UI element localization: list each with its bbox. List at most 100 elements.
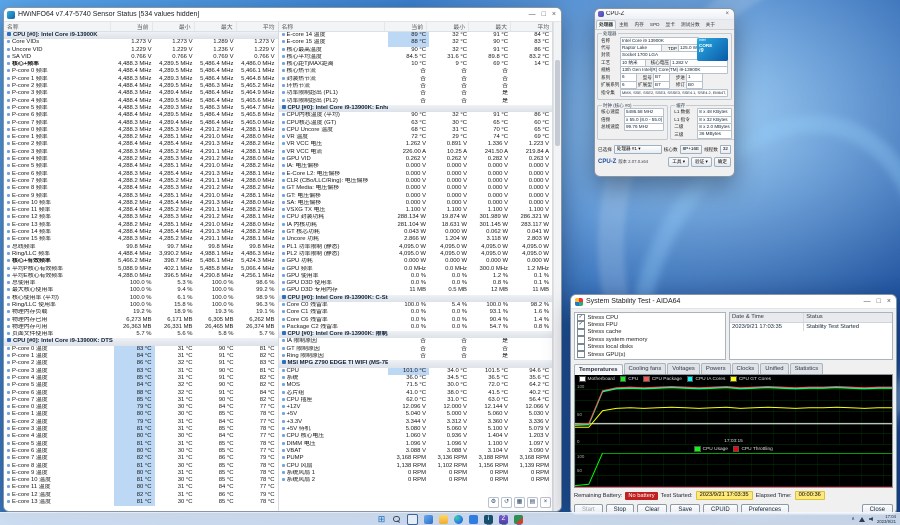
sensor-row[interactable]: CPU 核心电压 1.060 V 0.936 V 1.404 V 1.203 V (279, 433, 553, 440)
sensor-row[interactable]: 总使用率 100.0 % 5.3 % 100.0 % 98.6 % (4, 280, 278, 287)
sensor-row[interactable]: MOS 71.5 °C 30.0 °C 72.0 °C 64.2 °C (279, 382, 553, 389)
sensor-row[interactable]: E-core 4 温度 80 °C 30 °C 84 °C 77 °C (4, 433, 278, 440)
sensor-row[interactable]: CLR (CBo/LLC/Ring): 电压偏移 0.000 V 0.000 V… (279, 178, 553, 185)
cpuz-tab[interactable]: 主板 (616, 20, 631, 29)
col-name[interactable]: 名称 (282, 22, 385, 31)
scrollbar-thumb[interactable] (555, 60, 560, 146)
col-current[interactable]: 当前 (110, 22, 152, 31)
sensor-row[interactable]: E-Core L2: 电压偏移 0.000 V 0.000 V 0.000 V … (279, 171, 553, 178)
col-avg[interactable]: 平均 (236, 22, 278, 31)
sensor-row[interactable]: E-core 0 频率 4,288.3 MHz 4,285.3 MHz 4,29… (4, 127, 278, 134)
hwinfo-app-icon[interactable]: i (484, 515, 493, 524)
log-row[interactable]: 2023/9/21 17:03:35 Stability Test Starte… (730, 323, 892, 331)
sensor-row[interactable]: CPU [#0]: Intel Core i9-13900K (4, 32, 278, 39)
sensor-row[interactable]: 总线频率 99.8 MHz 99.7 MHz 99.8 MHz 99.8 MHz (4, 244, 278, 251)
sensor-row[interactable]: PUMP 3,168 RPM 3,136 RPM 3,188 RPM 3,168… (279, 455, 553, 462)
sensor-row[interactable]: Ring/LLC 使用率 100.0 % 15.8 % 100.0 % 96.3… (4, 302, 278, 309)
sensor-row[interactable]: E-core 3 频率 4,288.3 MHz 4,285.2 MHz 4,29… (4, 149, 278, 156)
sensor-row[interactable]: Uncore VID 1.229 V 1.229 V 1.236 V 1.229… (4, 47, 278, 54)
sensor-row[interactable]: P-core 0 温度 83 °C 31 °C 90 °C 81 °C (4, 346, 278, 353)
sensor-column-headers[interactable]: 名称 当前 最小 最大 平均 (279, 22, 553, 32)
sensor-row[interactable]: 系统 36.0 °C 34.5 °C 36.5 °C 35.6 °C (279, 375, 553, 382)
sensor-row[interactable]: 平均P核心有效频率 5,088.9 MHz 402.1 MHz 5,485.8 … (4, 266, 278, 273)
stress-option[interactable]: ✓ Stress FPU (577, 321, 723, 328)
sensor-row[interactable]: E-core 7 温度 82 °C 31 °C 86 °C 79 °C (4, 455, 278, 462)
stress-option[interactable]: Stress GPU(s) (577, 351, 723, 358)
sensor-row[interactable]: 核心+频率 4,488.3 MHz 4,289.5 MHz 5,486.4 MH… (4, 61, 278, 68)
sensor-row[interactable]: 封装热节流 否 否 否 (279, 76, 553, 83)
sensor-row[interactable]: VR 温度 72 °C 29 °C 74 °C 69 °C (279, 134, 553, 141)
sensor-row[interactable]: GT: 电压偏移 0.000 V 0.000 V 0.000 V 0.000 V (279, 193, 553, 200)
col-max[interactable]: 最大 (468, 22, 510, 31)
search-icon[interactable] (392, 515, 401, 524)
toolbar-button-icon[interactable]: × (540, 497, 551, 508)
sensor-row[interactable]: P-core 1 温度 84 °C 31 °C 91 °C 82 °C (4, 353, 278, 360)
aida-tab[interactable]: Cooling fans (624, 363, 667, 374)
sensor-row[interactable]: E-core 9 频率 4,288.3 MHz 4,285.1 MHz 4,29… (4, 193, 278, 200)
minimize-icon[interactable]: — (864, 298, 871, 305)
cpuz-tab[interactable]: SPD (647, 20, 663, 29)
sensor-row[interactable]: E-core 6 温度 80 °C 30 °C 85 °C 77 °C (4, 448, 278, 455)
sensor-row[interactable]: GPU D3D 专用内存 11 MB 0.5 MB 12 MB 11 MB (279, 287, 553, 294)
sensor-row[interactable]: 物理内存负载 19.2 % 18.9 % 19.3 % 19.1 % (4, 309, 278, 316)
sensor-row[interactable]: Core VIDs 1.273 V 1.273 V 1.289 V 1.273 … (4, 39, 278, 46)
widgets-icon[interactable] (424, 515, 433, 524)
sensor-row[interactable]: Ring 限制原因 否 否 是 (279, 353, 553, 360)
sensor-row[interactable]: E-core 8 温度 81 °C 30 °C 85 °C 78 °C (4, 463, 278, 470)
sensor-row[interactable]: P-core 3 频率 4,488.3 MHz 4,289.4 MHz 5,48… (4, 90, 278, 97)
sensor-row[interactable]: P-core 0 频率 4,488.4 MHz 4,289.5 MHz 5,48… (4, 68, 278, 75)
sensor-row[interactable]: 系统风扇 2 0 RPM 0 RPM 0 RPM 0 RPM (279, 477, 553, 484)
stress-option[interactable]: ✓ Stress CPU (577, 314, 723, 321)
file-explorer-icon[interactable] (439, 515, 448, 524)
sensor-row[interactable]: E-core 2 温度 79 °C 31 °C 84 °C 77 °C (4, 419, 278, 426)
sensor-row[interactable]: E-core 12 温度 82 °C 31 °C 86 °C 79 °C (4, 492, 278, 499)
scrollbar[interactable] (553, 22, 561, 512)
sensor-row[interactable]: DIMM 电压 1.096 V 1.096 V 1.100 V 1.097 V (279, 441, 553, 448)
sensor-row[interactable]: 核心平均温度 84.5 °C 31.6 °C 89.8 °C 83.2 °C (279, 54, 553, 61)
sensor-row[interactable]: E-core 15 频率 4,288.3 MHz 4,285.2 MHz 4,2… (4, 236, 278, 243)
sensor-row[interactable]: Core C1 残留率 0.0 % 0.0 % 93.1 % 1.6 % (279, 309, 553, 316)
sensor-row[interactable]: +5V 待机 5.080 V 5.060 V 5.100 V 5.079 V (279, 426, 553, 433)
sensor-row[interactable]: SA: 电压偏移 0.000 V 0.000 V 0.000 V 0.000 V (279, 200, 553, 207)
sensor-row[interactable]: PL1 功率限制 (静态) 4,095.0 W 4,095.0 W 4,095.… (279, 244, 553, 251)
sensor-row[interactable]: CPU内核温度 (平均) 90 °C 32 °C 91 °C 86 °C (279, 112, 553, 119)
sensor-row[interactable]: GT Media: 电压偏移 0.000 V 0.000 V 0.000 V 0… (279, 185, 553, 192)
sensor-row[interactable]: 平均E核心有效频率 4,288.0 MHz 396.5 MHz 4,290.8 … (4, 273, 278, 280)
toolbar-button-icon[interactable]: ▦ (514, 497, 525, 508)
sensor-row[interactable]: E-core 7 频率 4,288.2 MHz 4,285.2 MHz 4,29… (4, 178, 278, 185)
maximize-icon[interactable]: □ (542, 11, 546, 18)
sensor-row[interactable]: VR VCC 电流 226.00 A 10.25 A 241.50 A 219.… (279, 149, 553, 156)
sensor-row[interactable]: E-core 11 频率 4,288.4 MHz 4,285.2 MHz 4,2… (4, 207, 278, 214)
maximize-icon[interactable]: □ (877, 298, 881, 305)
sensor-row[interactable]: CPU 封装功耗 288.134 W 19.874 W 301.989 W 28… (279, 214, 553, 221)
close-icon[interactable]: × (887, 298, 891, 305)
sensor-row[interactable]: E-core 12 频率 4,288.3 MHz 4,285.3 MHz 4,2… (4, 214, 278, 221)
sensor-row[interactable]: CPU [#0]: Intel Core i9-13900K: 限制原因 (279, 331, 553, 338)
sensor-row[interactable]: CPU 插座 62.0 °C 31.0 °C 63.0 °C 56.4 °C (279, 397, 553, 404)
col-max[interactable]: 最大 (194, 22, 236, 31)
log-col-datetime[interactable]: Date & Time (730, 313, 804, 322)
sensor-row[interactable]: 物理内存已用 6,273 MB 6,171 MB 6,305 MB 6,262 … (4, 317, 278, 324)
sensor-row[interactable]: 物理内存可用 26,363 MB 26,331 MB 26,465 MB 26,… (4, 324, 278, 331)
sensor-row[interactable]: P-core 7 温度 85 °C 31 °C 90 °C 82 °C (4, 397, 278, 404)
close-icon[interactable]: × (552, 11, 556, 18)
sensor-row[interactable]: IA: 电压偏移 0.000 V 0.000 V 0.000 V 0.000 V (279, 163, 553, 170)
sensor-row[interactable]: GPU D3D 使用率 0.0 % 0.0 % 0.8 % 0.1 % (279, 280, 553, 287)
sensor-row[interactable]: P-core 6 频率 4,488.4 MHz 4,289.5 MHz 5,48… (4, 112, 278, 119)
sensor-row[interactable]: P-core 4 温度 85 °C 31 °C 91 °C 82 °C (4, 375, 278, 382)
cpuz-tab[interactable]: 测试分数 (678, 20, 703, 29)
sensor-row[interactable]: +5V 5.040 V 5.000 V 5.060 V 5.030 V (279, 411, 553, 418)
sensor-row[interactable]: 环热节流 否 否 否 (279, 83, 553, 90)
col-avg[interactable]: 平均 (510, 22, 552, 31)
sensor-column-headers[interactable]: 名称 当前 最小 最大 平均 (4, 22, 278, 32)
sensor-row[interactable]: MSI MPG Z790 EDGE TI WIFI (MS-7E25) (279, 360, 553, 367)
cpuz-tab[interactable]: 关于 (703, 20, 718, 29)
sensor-row[interactable]: Ring/LLC 频率 4,488.4 MHz 3,990.2 MHz 4,98… (4, 251, 278, 258)
sensor-row[interactable]: E-core 10 频率 4,288.2 MHz 4,285.4 MHz 4,2… (4, 200, 278, 207)
edge-icon[interactable] (454, 515, 463, 524)
sensor-row[interactable]: P-core 5 频率 4,488.3 MHz 4,289.3 MHz 5,48… (4, 105, 278, 112)
sensor-row[interactable]: 核心+有效频率 5,466.2 MHz 398.7 MHz 5,486.1 MH… (4, 258, 278, 265)
sensor-row[interactable]: CPU Uncore 温度 68 °C 31 °C 70 °C 65 °C (279, 127, 553, 134)
sensor-row[interactable]: P-core 2 温度 86 °C 32 °C 91 °C 83 °C (4, 360, 278, 367)
sensor-row[interactable]: CPU [#0]: Intel Core i9-13900K: DTS (4, 338, 278, 345)
